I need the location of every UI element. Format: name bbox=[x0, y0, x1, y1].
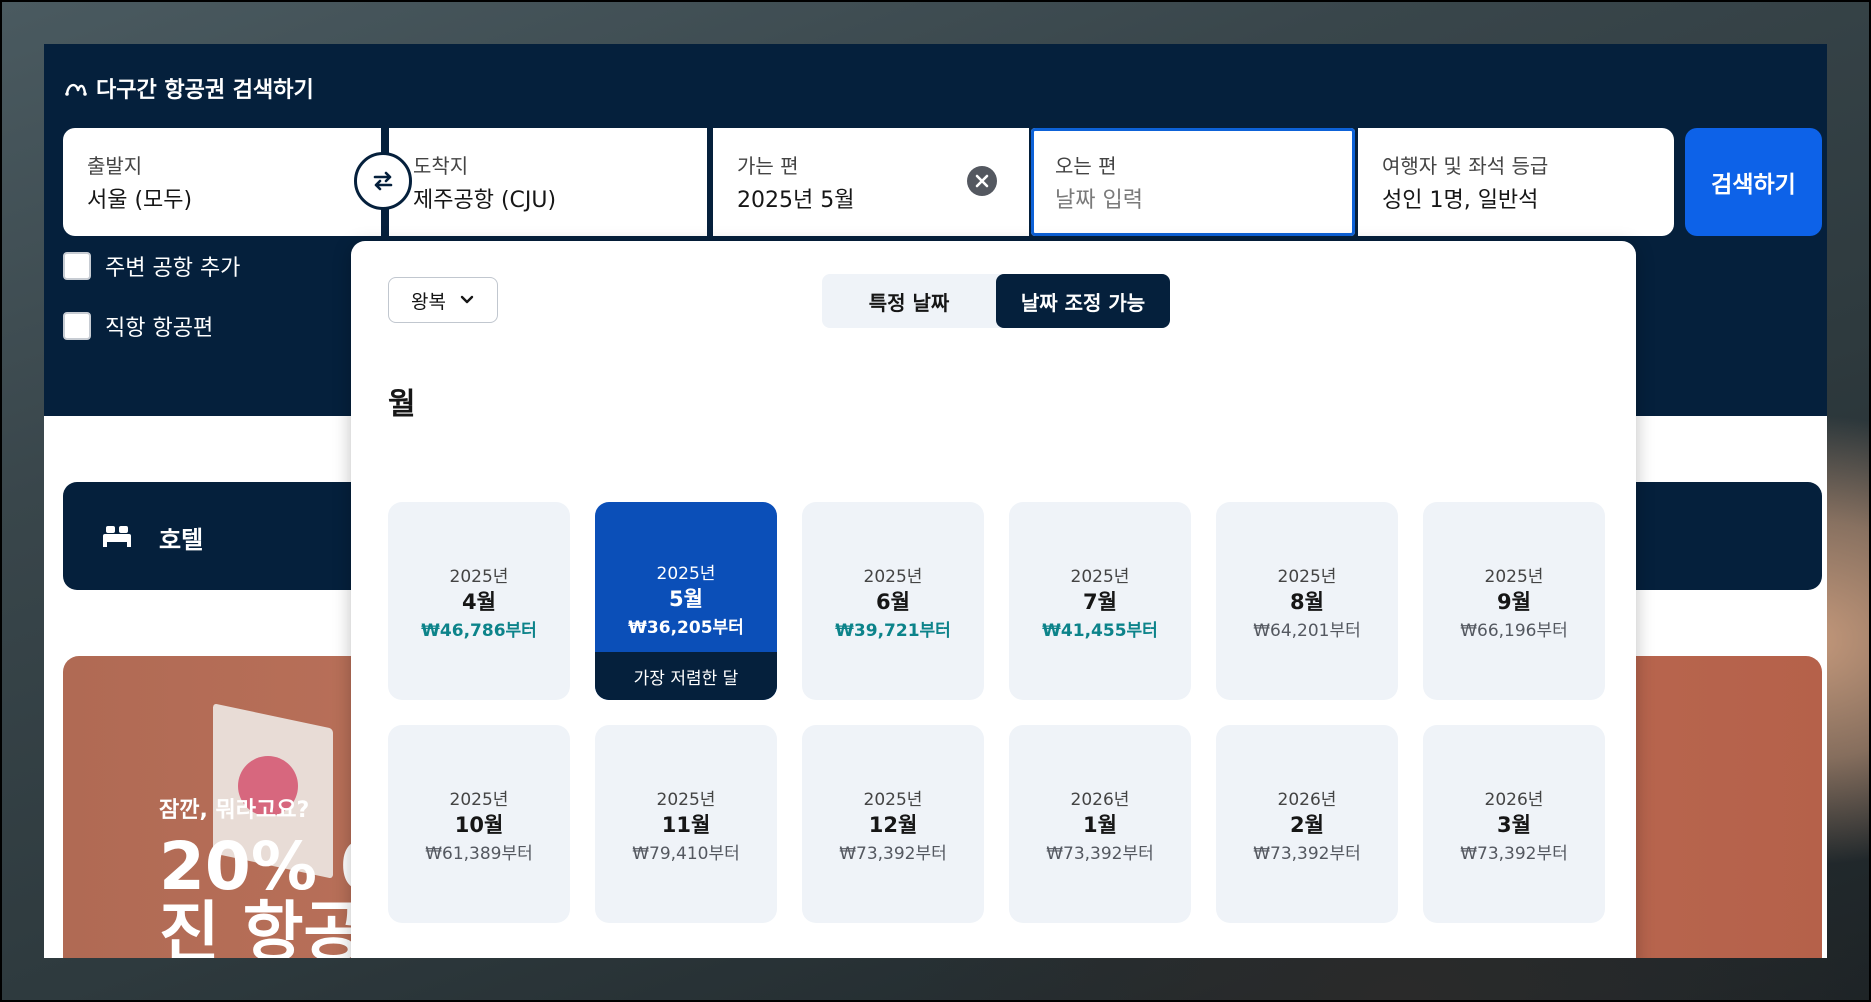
return-placeholder: 날짜 입력 bbox=[1055, 188, 1143, 213]
month-card-month: 2월 bbox=[1290, 813, 1324, 837]
month-card-price: ₩36,205부터 bbox=[628, 618, 744, 638]
month-card-month: 3월 bbox=[1497, 813, 1531, 837]
destination-label: 도착지 bbox=[413, 154, 469, 178]
checkbox-box[interactable] bbox=[63, 312, 91, 340]
origin-value: 서울 (모두) bbox=[87, 188, 193, 213]
month-card[interactable]: 2025년 5월 ₩36,205부터가장 저렴한 달 bbox=[595, 502, 777, 700]
search-button[interactable]: 검색하기 bbox=[1685, 128, 1822, 236]
month-card-price: ₩73,392부터 bbox=[1253, 844, 1361, 864]
travelers-value: 성인 1명, 일반석 bbox=[1382, 188, 1539, 213]
month-card-month: 11월 bbox=[661, 813, 711, 837]
month-card-price: ₩79,410부터 bbox=[632, 844, 740, 864]
destination-value: 제주공항 (CJU) bbox=[413, 188, 557, 213]
origin-field[interactable]: 출발지 서울 (모두) bbox=[63, 128, 381, 236]
month-card-year: 2025년 bbox=[656, 790, 716, 810]
month-card-month: 1월 bbox=[1083, 813, 1117, 837]
travelers-label: 여행자 및 좌석 등급 bbox=[1382, 154, 1549, 178]
month-card[interactable]: 2025년 6월 ₩39,721부터 bbox=[802, 502, 984, 700]
month-card[interactable]: 2025년 11월 ₩79,410부터 bbox=[595, 725, 777, 923]
hotel-label: 호텔 bbox=[159, 526, 204, 554]
month-card-month: 12월 bbox=[868, 813, 918, 837]
month-card-year: 2025년 bbox=[1070, 567, 1130, 587]
trip-type-value: 왕복 bbox=[411, 290, 446, 313]
month-card[interactable]: 2026년 2월 ₩73,392부터 bbox=[1216, 725, 1398, 923]
month-card-month: 4월 bbox=[462, 590, 496, 614]
direct-flights-label: 직항 항공편 bbox=[105, 316, 214, 341]
chevron-down-icon bbox=[460, 295, 474, 304]
month-card[interactable]: 2025년 9월 ₩66,196부터 bbox=[1423, 502, 1605, 700]
date-mode-toggle: 특정 날짜 날짜 조정 가능 bbox=[822, 274, 1170, 328]
date-picker-popup: 왕복 특정 날짜 날짜 조정 가능 월 2025년 4월 ₩46,786부터 2025… bbox=[351, 241, 1636, 958]
month-card-year: 2025년 bbox=[656, 564, 716, 584]
month-card-month: 7월 bbox=[1083, 590, 1117, 614]
travelers-field[interactable]: 여행자 및 좌석 등급 성인 1명, 일반석 bbox=[1358, 128, 1674, 236]
month-card-month: 8월 bbox=[1290, 590, 1324, 614]
month-card[interactable]: 2025년 4월 ₩46,786부터 bbox=[388, 502, 570, 700]
month-card-month: 10월 bbox=[454, 813, 504, 837]
tab-flexible-date[interactable]: 날짜 조정 가능 bbox=[996, 274, 1170, 328]
nearby-airports-label: 주변 공항 추가 bbox=[105, 256, 241, 281]
nearby-airports-checkbox[interactable]: 주변 공항 추가 bbox=[63, 250, 240, 282]
browser-page: 다구간 항공권 검색하기 출발지 서울 (모두) 도착지 제주공항 (CJU) … bbox=[44, 44, 1827, 958]
month-card-month: 6월 bbox=[876, 590, 910, 614]
depart-value: 2025년 5월 bbox=[737, 188, 855, 213]
month-card[interactable]: 2026년 3월 ₩73,392부터 bbox=[1423, 725, 1605, 923]
depart-label: 가는 편 bbox=[737, 154, 799, 178]
month-card-year: 2025년 bbox=[863, 790, 923, 810]
month-card-year: 2025년 bbox=[449, 790, 509, 810]
month-card-month: 9월 bbox=[1497, 590, 1531, 614]
month-card[interactable]: 2025년 12월 ₩73,392부터 bbox=[802, 725, 984, 923]
month-card-year: 2025년 bbox=[863, 567, 923, 587]
month-card-price: ₩66,196부터 bbox=[1460, 621, 1568, 641]
multi-city-icon bbox=[65, 83, 87, 96]
multi-city-link[interactable]: 다구간 항공권 검색하기 bbox=[64, 72, 314, 104]
month-card-year: 2026년 bbox=[1484, 790, 1544, 810]
month-card-month: 5월 bbox=[669, 587, 703, 611]
month-card-price: ₩73,392부터 bbox=[1046, 844, 1154, 864]
month-card[interactable]: 2025년 7월 ₩41,455부터 bbox=[1009, 502, 1191, 700]
month-card-year: 2026년 bbox=[1070, 790, 1130, 810]
month-card-year: 2025년 bbox=[449, 567, 509, 587]
tab-specific-date[interactable]: 특정 날짜 bbox=[822, 274, 996, 328]
month-card-year: 2026년 bbox=[1277, 790, 1337, 810]
month-card-price: ₩64,201부터 bbox=[1253, 621, 1361, 641]
close-icon bbox=[975, 174, 989, 188]
trip-type-select[interactable]: 왕복 bbox=[388, 277, 498, 323]
checkbox-box[interactable] bbox=[63, 252, 91, 280]
month-card-price: ₩39,721부터 bbox=[835, 621, 951, 641]
destination-field[interactable]: 도착지 제주공항 (CJU) bbox=[389, 128, 707, 236]
month-card-price: ₩61,389부터 bbox=[425, 844, 533, 864]
month-card-price: ₩46,786부터 bbox=[421, 621, 537, 641]
bed-icon bbox=[103, 526, 131, 547]
swap-icon bbox=[373, 171, 393, 191]
month-card-price: ₩73,392부터 bbox=[1460, 844, 1568, 864]
promo-subtitle: 잠깐, 뭐라고요? bbox=[159, 798, 310, 823]
cheapest-month-badge: 가장 저렴한 달 bbox=[595, 652, 777, 700]
swap-button[interactable] bbox=[354, 152, 412, 210]
month-card[interactable]: 2026년 1월 ₩73,392부터 bbox=[1009, 725, 1191, 923]
month-card-price: ₩73,392부터 bbox=[839, 844, 947, 864]
origin-label: 출발지 bbox=[87, 154, 143, 178]
clear-depart-button[interactable] bbox=[967, 166, 997, 196]
month-card[interactable]: 2025년 8월 ₩64,201부터 bbox=[1216, 502, 1398, 700]
month-card-year: 2025년 bbox=[1484, 567, 1544, 587]
month-card[interactable]: 2025년 10월 ₩61,389부터 bbox=[388, 725, 570, 923]
month-heading: 월 bbox=[388, 387, 416, 422]
multi-city-label: 다구간 항공권 검색하기 bbox=[96, 78, 314, 103]
month-card-year: 2025년 bbox=[1277, 567, 1337, 587]
return-date-field[interactable]: 오는 편 날짜 입력 bbox=[1031, 128, 1355, 236]
month-card-price: ₩41,455부터 bbox=[1042, 621, 1158, 641]
return-label: 오는 편 bbox=[1055, 154, 1117, 178]
direct-flights-checkbox[interactable]: 직항 항공편 bbox=[63, 310, 213, 342]
